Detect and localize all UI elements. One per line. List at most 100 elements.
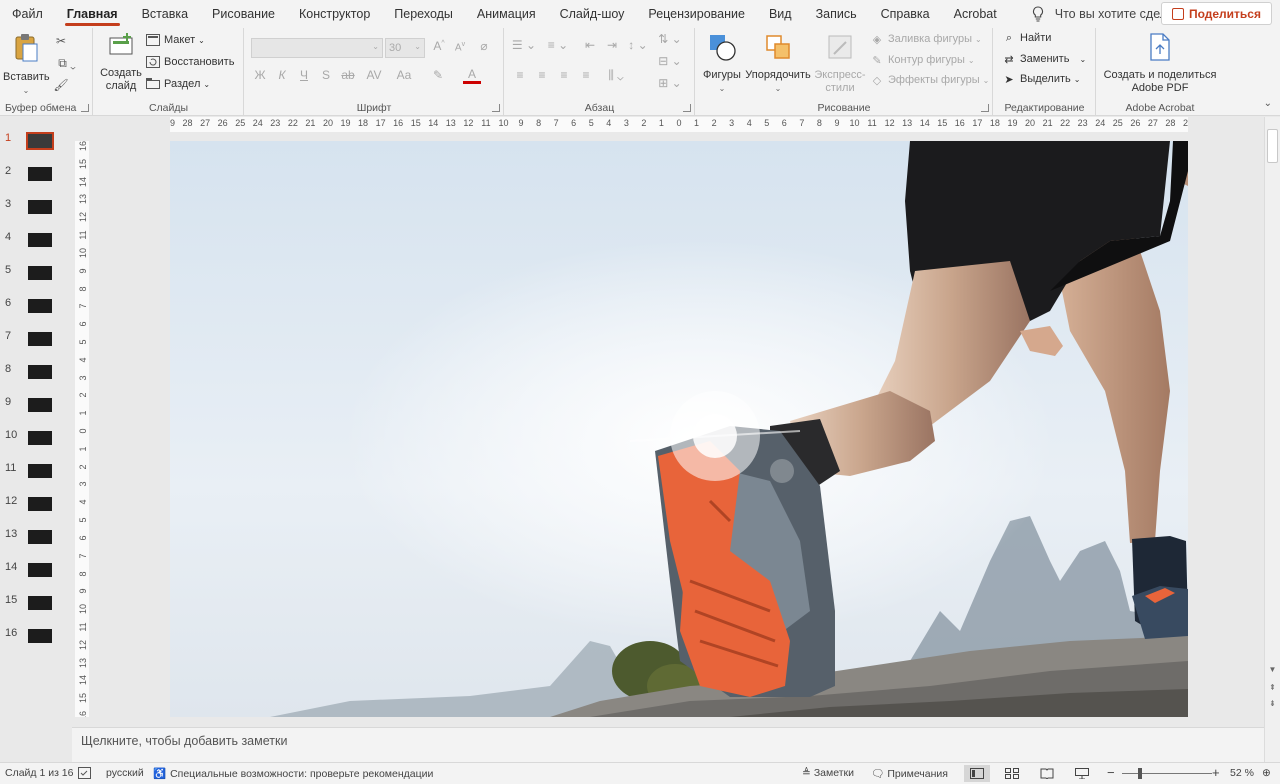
paste-dropdown-icon[interactable]: ⌄: [3, 84, 49, 97]
tab-insert[interactable]: Вставка: [130, 0, 200, 28]
slide-thumbnail[interactable]: 15: [0, 590, 72, 614]
columns-icon[interactable]: ⫼ ⌄: [601, 68, 631, 83]
slide-thumbnail[interactable]: 14: [0, 557, 72, 581]
tab-record[interactable]: Запись: [804, 0, 869, 28]
create-pdf-button[interactable]: Создать и поделиться Adobe PDF: [1101, 32, 1219, 95]
accessibility-checker[interactable]: ♿ Специальные возможности: проверьте рек…: [153, 767, 433, 781]
tab-acrobat[interactable]: Acrobat: [942, 0, 1009, 28]
slide-thumbnail[interactable]: 3: [0, 194, 72, 218]
slide-thumbnail[interactable]: 9: [0, 392, 72, 416]
zoom-in-button[interactable]: +: [1212, 765, 1220, 780]
justify-icon[interactable]: ≡: [577, 68, 595, 82]
language-indicator[interactable]: русский: [106, 767, 144, 779]
tab-review[interactable]: Рецензирование: [636, 0, 757, 28]
line-spacing-icon[interactable]: ↕ ⌄: [625, 38, 651, 52]
slide-thumbnail[interactable]: 1: [0, 128, 72, 152]
slide-thumbnail[interactable]: 16: [0, 623, 72, 647]
shapes-button[interactable]: Фигуры ⌄: [700, 32, 744, 95]
align-text-icon[interactable]: ⊟ ⌄: [657, 54, 683, 68]
underline-button[interactable]: Ч: [295, 68, 313, 82]
layout-button[interactable]: Макет ⌄: [146, 34, 205, 46]
select-button[interactable]: ➤ Выделить ⌄: [1002, 73, 1080, 86]
clear-format-icon[interactable]: ⌀: [475, 39, 493, 53]
zoom-slider-handle[interactable]: [1138, 768, 1142, 779]
drawing-launcher-icon[interactable]: [981, 104, 989, 112]
previous-slide-icon[interactable]: ⇞: [1267, 683, 1278, 692]
tab-slideshow[interactable]: Слайд-шоу: [548, 0, 637, 28]
shadow-button[interactable]: S: [317, 68, 335, 82]
zoom-slider[interactable]: [1122, 773, 1212, 774]
tab-design[interactable]: Конструктор: [287, 0, 382, 28]
paste-button[interactable]: Вставить ⌄: [3, 32, 50, 97]
tab-help[interactable]: Справка: [869, 0, 942, 28]
font-size-dropdown-icon[interactable]: ⌄: [414, 42, 421, 51]
text-direction-icon[interactable]: ⇅ ⌄: [657, 32, 683, 46]
font-name-dropdown-icon[interactable]: ⌄: [372, 42, 379, 51]
normal-view-button[interactable]: [964, 765, 990, 782]
highlight-icon[interactable]: ✎: [429, 68, 447, 82]
shape-outline-button[interactable]: ✎ Контур фигуры ⌄: [870, 54, 974, 67]
numbering-icon[interactable]: ≡ ⌄: [545, 38, 571, 52]
tab-file[interactable]: Файл: [0, 0, 55, 28]
change-case-button[interactable]: Aa: [391, 68, 417, 82]
strikethrough-button[interactable]: ab: [337, 68, 359, 82]
arrange-dropdown-icon[interactable]: ⌄: [744, 82, 812, 95]
slide-thumbnail[interactable]: 4: [0, 227, 72, 251]
font-launcher-icon[interactable]: [492, 104, 500, 112]
slide-thumbnail[interactable]: 8: [0, 359, 72, 383]
tab-transitions[interactable]: Переходы: [382, 0, 465, 28]
slide-canvas[interactable]: [170, 141, 1188, 717]
reset-button[interactable]: Восстановить: [146, 56, 234, 68]
scroll-down-arrow-icon[interactable]: ▼: [1267, 665, 1278, 674]
slide-thumbnail[interactable]: 5: [0, 260, 72, 284]
shapes-dropdown-icon[interactable]: ⌄: [700, 82, 744, 95]
italic-button[interactable]: К: [273, 68, 291, 82]
font-size-input[interactable]: 30 ⌄: [385, 38, 425, 58]
zoom-level[interactable]: 52 %: [1230, 767, 1254, 779]
bullets-icon[interactable]: ☰ ⌄: [511, 38, 537, 52]
spellcheck-icon[interactable]: [78, 767, 91, 779]
char-spacing-button[interactable]: AV: [361, 68, 387, 82]
comments-toggle[interactable]: 🗨 Примечания: [871, 767, 948, 781]
shape-effects-button[interactable]: ◇ Эффекты фигуры ⌄: [870, 74, 990, 87]
slide-thumbnail[interactable]: 6: [0, 293, 72, 317]
decrease-indent-icon[interactable]: ⇤: [581, 38, 599, 52]
share-button[interactable]: Поделиться: [1160, 2, 1272, 25]
shape-fill-button[interactable]: ◈ Заливка фигуры ⌄: [870, 33, 982, 46]
font-name-input[interactable]: ⌄: [251, 38, 383, 58]
align-center-icon[interactable]: ≡: [533, 68, 551, 82]
slide-thumbnail[interactable]: 2: [0, 161, 72, 185]
align-right-icon[interactable]: ≡: [555, 68, 573, 82]
font-color-icon[interactable]: A: [463, 68, 481, 84]
collapse-ribbon-icon[interactable]: ⌄: [1264, 98, 1272, 109]
slide-thumbnail[interactable]: 11: [0, 458, 72, 482]
smartart-icon[interactable]: ⊞ ⌄: [657, 76, 683, 90]
tab-animations[interactable]: Анимация: [465, 0, 548, 28]
copy-icon[interactable]: ⧉ ⌄: [52, 56, 82, 71]
slide-thumbnail[interactable]: 13: [0, 524, 72, 548]
notes-pane[interactable]: Щелкните, чтобы добавить заметки: [72, 727, 1264, 762]
cut-icon[interactable]: ✂: [52, 34, 70, 48]
find-button[interactable]: ⌕ Найти: [1002, 32, 1051, 44]
tab-draw[interactable]: Рисование: [200, 0, 287, 28]
shrink-font-button[interactable]: Av: [451, 41, 469, 53]
grow-font-button[interactable]: A^: [430, 39, 448, 53]
arrange-button[interactable]: Упорядочить ⌄: [744, 32, 812, 95]
increase-indent-icon[interactable]: ⇥: [603, 38, 621, 52]
notes-toggle[interactable]: ≜ Заметки: [802, 767, 854, 779]
slide-sorter-button[interactable]: [999, 765, 1025, 782]
section-button[interactable]: Раздел ⌄: [146, 78, 210, 90]
fit-to-window-icon[interactable]: ⊕: [1262, 767, 1271, 779]
slide-thumbnail[interactable]: 12: [0, 491, 72, 515]
vertical-scrollbar[interactable]: ▼ ⇞ ⇟: [1264, 117, 1280, 762]
bold-button[interactable]: Ж: [251, 68, 269, 82]
replace-button[interactable]: ⇄ Заменить ⌄: [1002, 53, 1086, 66]
next-slide-icon[interactable]: ⇟: [1267, 699, 1278, 708]
tab-home[interactable]: Главная: [55, 0, 130, 28]
scrollbar-thumb[interactable]: [1267, 129, 1278, 163]
align-left-icon[interactable]: ≡: [511, 68, 529, 82]
slide-thumbnail[interactable]: 7: [0, 326, 72, 350]
new-slide-button[interactable]: Создать слайд: [100, 32, 142, 93]
slide-counter[interactable]: Слайд 1 из 16: [5, 767, 74, 779]
format-painter-icon[interactable]: 🖌: [52, 78, 70, 92]
